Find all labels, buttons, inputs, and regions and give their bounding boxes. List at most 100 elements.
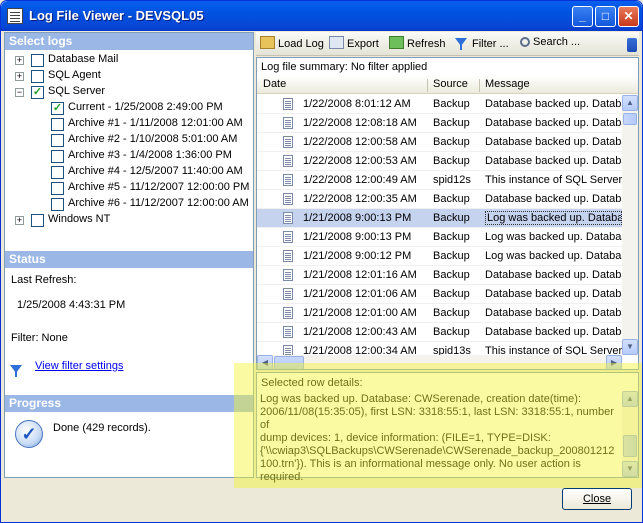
load-log-button[interactable]: Load Log [260, 36, 324, 50]
tree-checkbox[interactable] [31, 214, 44, 227]
log-entry-icon [283, 174, 293, 186]
cell-message: This instance of SQL Server [485, 345, 622, 355]
log-entry-icon [283, 231, 293, 243]
window-title: Log File Viewer - DEVSQL05 [29, 8, 204, 23]
refresh-button[interactable]: Refresh [389, 36, 446, 50]
table-row[interactable]: 1/22/2008 8:01:12 AM Backup Database backe… [257, 95, 622, 114]
close-button-label: Close [582, 493, 612, 505]
tree-expander-icon[interactable]: + [15, 216, 24, 225]
tree-item[interactable]: Archive #4 - 12/5/2007 11:40:00 AM [5, 164, 253, 180]
grid-horizontal-scrollbar[interactable]: ◀ ▶ [257, 355, 622, 369]
details-scroll-down-icon[interactable]: ▼ [622, 461, 638, 477]
tree-item[interactable]: Archive #5 - 11/12/2007 12:00:00 PM [5, 180, 253, 196]
cell-message: Log was backed up. Database [485, 250, 622, 262]
table-row[interactable]: 1/21/2008 9:00:13 PM Backup Log was backed… [257, 228, 622, 247]
minimize-button[interactable]: _ [572, 6, 593, 27]
table-row[interactable]: 1/21/2008 12:01:06 AM Backup Database back… [257, 285, 622, 304]
tree-item[interactable]: Archive #2 - 1/10/2008 5:01:00 AM [5, 132, 253, 148]
table-row[interactable]: 1/21/2008 9:00:13 PM Backup Log was backed… [257, 209, 622, 228]
tree-item-label: Windows NT [48, 213, 111, 225]
view-filter-settings-link[interactable]: View filter settings [35, 360, 123, 372]
cell-date: 1/21/2008 12:01:06 AM [303, 288, 417, 300]
tree-item[interactable]: − ✓ SQL Server [5, 84, 253, 100]
scroll-left-arrow-icon[interactable]: ◀ [257, 355, 273, 369]
table-row[interactable]: 1/21/2008 12:01:00 AM Backup Database back… [257, 304, 622, 323]
tree-checkbox[interactable] [51, 182, 64, 195]
log-entry-icon [283, 212, 293, 224]
refresh-label: Refresh [407, 38, 446, 50]
tree-expander-icon[interactable]: + [15, 72, 24, 81]
table-row[interactable]: 1/22/2008 12:00:35 AM Backup Database back… [257, 190, 622, 209]
close-window-button[interactable]: ✕ [618, 6, 639, 27]
toolbar-overflow-chevron-icon[interactable] [627, 38, 637, 52]
tree-item[interactable]: Archive #6 - 11/12/2007 12:00:00 AM [5, 196, 253, 212]
table-row[interactable]: 1/21/2008 12:00:34 AM spid13s This instanc… [257, 342, 622, 355]
scroll-down-arrow-icon[interactable]: ▼ [622, 339, 638, 355]
last-refresh-label: Last Refresh: [11, 274, 77, 286]
filter-button[interactable]: Filter ... [454, 36, 509, 50]
column-header-date[interactable]: Date [263, 78, 286, 90]
tree-checkbox[interactable] [51, 134, 64, 147]
progress-text: Done (429 records). [53, 422, 151, 434]
log-grid: Log file summary: No filter applied Date… [256, 57, 639, 370]
tree-item[interactable]: + SQL Agent [5, 68, 253, 84]
search-button[interactable]: Search ... [520, 36, 580, 48]
title-bar[interactable]: Log File Viewer - DEVSQL05 _ □ ✕ [1, 1, 642, 31]
details-text[interactable]: Log was backed up. Database: CWSerenade,… [260, 393, 620, 484]
details-line: 2006/11/08(15:35:05), first LSN: 3318:55… [260, 406, 614, 431]
scroll-right-arrow-icon[interactable]: ▶ [606, 355, 622, 369]
column-header-message[interactable]: Message [485, 78, 530, 90]
cell-date: 1/22/2008 8:01:12 AM [303, 98, 411, 110]
tree-expander-icon[interactable]: + [15, 56, 24, 65]
cell-source: Backup [433, 326, 470, 338]
table-row[interactable]: 1/22/2008 12:08:18 AM Backup Database back… [257, 114, 622, 133]
tree-item[interactable]: + Database Mail [5, 52, 253, 68]
cell-source: Backup [433, 212, 470, 224]
tree-expander-icon[interactable]: − [15, 88, 24, 97]
cell-source: Backup [433, 98, 470, 110]
tree-checkbox[interactable] [51, 150, 64, 163]
cell-date: 1/22/2008 12:00:53 AM [303, 155, 417, 167]
cell-source: Backup [433, 117, 470, 129]
cell-source: spid12s [433, 174, 471, 186]
table-row[interactable]: 1/22/2008 12:00:49 AM spid12s This instanc… [257, 171, 622, 190]
horizontal-scroll-thumb[interactable] [274, 356, 304, 369]
details-scroll-thumb[interactable] [623, 435, 637, 457]
scroll-up-arrow-icon[interactable]: ▲ [622, 95, 638, 111]
log-entry-icon [283, 155, 293, 167]
select-logs-header: Select logs [5, 33, 253, 50]
vertical-scroll-thumb[interactable] [623, 113, 637, 125]
table-row[interactable]: 1/21/2008 12:01:16 AM Backup Database back… [257, 266, 622, 285]
details-line: {'\\cwiap3\SQLBackups\CWSerenade\CWSeren… [260, 445, 615, 457]
grid-vertical-scrollbar[interactable]: ▲ ▼ [622, 95, 638, 355]
tree-checkbox[interactable]: ✓ [51, 102, 64, 115]
tree-checkbox[interactable] [51, 166, 64, 179]
tree-item[interactable]: Archive #3 - 1/4/2008 1:36:00 PM [5, 148, 253, 164]
table-row[interactable]: 1/21/2008 9:00:12 PM Backup Log was backed… [257, 247, 622, 266]
table-row[interactable]: 1/22/2008 12:00:58 AM Backup Database back… [257, 133, 622, 152]
cell-date: 1/21/2008 9:00:13 PM [303, 212, 412, 224]
close-button[interactable]: Close [562, 488, 632, 510]
table-row[interactable]: 1/22/2008 12:00:53 AM Backup Database back… [257, 152, 622, 171]
tree-checkbox[interactable] [31, 70, 44, 83]
tree-checkbox[interactable] [31, 54, 44, 67]
cell-message: Database backed up. Database [485, 326, 622, 338]
cell-date: 1/21/2008 12:00:43 AM [303, 326, 417, 338]
cell-message: Database backed up. Database [485, 136, 622, 148]
details-scrollbar[interactable]: ▲ ▼ [622, 391, 638, 477]
cell-date: 1/22/2008 12:08:18 AM [303, 117, 417, 129]
tree-item-label: Current - 1/25/2008 2:49:00 PM [68, 101, 223, 113]
table-row[interactable]: 1/21/2008 12:00:43 AM Backup Database back… [257, 323, 622, 342]
maximize-button[interactable]: □ [595, 6, 616, 27]
tree-checkbox[interactable]: ✓ [31, 86, 44, 99]
cell-date: 1/21/2008 9:00:13 PM [303, 231, 412, 243]
details-scroll-up-icon[interactable]: ▲ [622, 391, 638, 407]
tree-item[interactable]: ✓ Current - 1/25/2008 2:49:00 PM [5, 100, 253, 116]
tree-checkbox[interactable] [51, 198, 64, 211]
column-header-source[interactable]: Source [433, 78, 468, 90]
tree-item[interactable]: Archive #1 - 1/11/2008 12:01:00 AM [5, 116, 253, 132]
tree-checkbox[interactable] [51, 118, 64, 131]
last-refresh-value: 1/25/2008 4:43:31 PM [17, 299, 126, 311]
export-button[interactable]: Export [329, 36, 379, 50]
tree-item[interactable]: + Windows NT [5, 212, 253, 228]
